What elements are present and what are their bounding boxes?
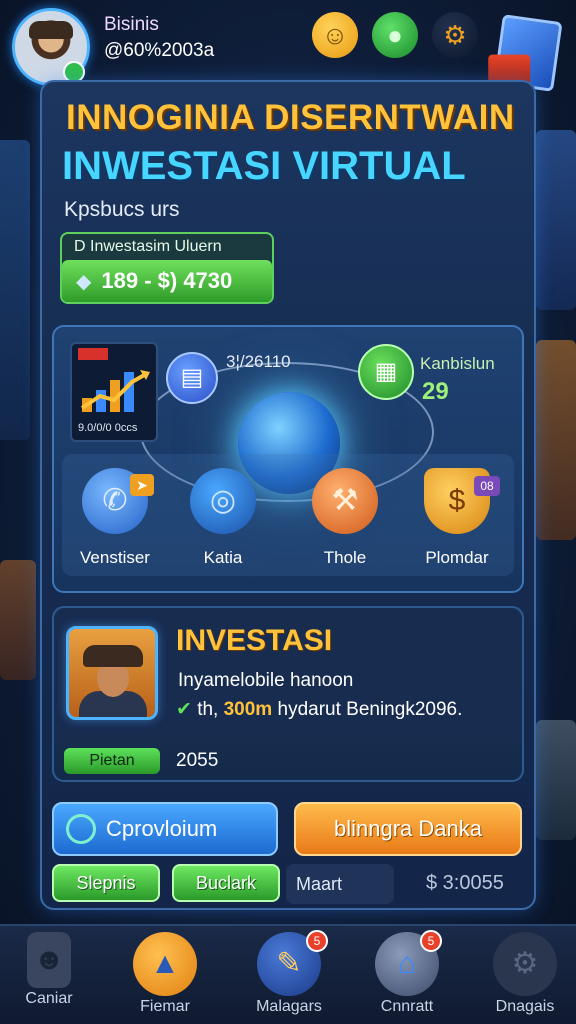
trend-arrow-icon	[80, 370, 150, 410]
page-title-secondary: INWESTASI VIRTUAL	[62, 144, 466, 188]
user-id: @60%2003a	[104, 40, 215, 61]
nav-label: Caniar	[25, 990, 73, 1007]
market-field[interactable]: Maart	[286, 864, 394, 904]
feature-label: Thole	[323, 548, 367, 567]
portrait-hat	[83, 645, 143, 667]
nav-item-cnnratt[interactable]: ⌂ Cnnratt	[352, 932, 462, 1016]
nav-badge: 5	[306, 930, 328, 952]
page-title: INNOGINIA DISERNTWAIN	[66, 98, 515, 137]
user-name: Bisinis	[104, 14, 159, 35]
background-screen-right	[536, 130, 576, 310]
page-subtitle: Kpsbucs urs	[64, 198, 180, 221]
node-value: 3¦/26110	[226, 352, 291, 371]
balance-value: $ 3:0055	[426, 872, 504, 894]
card-detail-prefix: th,	[197, 699, 219, 720]
check-icon: ✔	[176, 699, 192, 720]
background-screen-left-lower	[0, 560, 36, 680]
arrow-badge-icon: ➤	[130, 474, 154, 496]
nav-label: Cnnratt	[380, 998, 434, 1015]
search-icon	[66, 814, 96, 844]
secondary-action-button[interactable]: blinngra Danka	[294, 802, 522, 856]
gear-icon[interactable]: ⚙	[432, 12, 478, 58]
feature-katia[interactable]: ◎ Katia	[168, 468, 278, 568]
profile-card-icon: ☻	[27, 932, 71, 988]
background-screen-left	[0, 140, 30, 440]
card-title: INVESTASI	[176, 624, 333, 657]
node-count: 29	[422, 378, 449, 405]
card-detail-highlight: 300m	[223, 699, 273, 720]
feature-label: Plomdar	[425, 548, 489, 567]
nav-label: Malagars	[256, 998, 322, 1015]
chart-caption: 9.0/0/0 0ccs	[78, 422, 138, 434]
background-screen-right-mid	[536, 340, 576, 540]
nav-label: Fiemar	[140, 998, 190, 1015]
nav-label: Dnagais	[495, 998, 555, 1015]
feature-badge: 08	[474, 476, 500, 496]
hammer-icon: ⚒	[312, 468, 378, 534]
investment-value-pill: ◆ 189 - $) 4730	[62, 260, 272, 302]
card-description: Inyamelobile hanoon	[178, 670, 354, 691]
smile-icon[interactable]: ☺	[312, 12, 358, 58]
network-node-icon[interactable]: ▦	[358, 344, 414, 400]
target-icon: ◎	[190, 468, 256, 534]
top-bar: Bisinis @60%2003a ☺ ● ⚙	[0, 0, 576, 92]
coin-icon[interactable]: ●	[372, 12, 418, 58]
avatar[interactable]	[12, 8, 90, 86]
feature-label: Venstiser	[80, 548, 150, 567]
device-node-icon[interactable]: ▤	[166, 352, 218, 404]
nav-item-caniar[interactable]: ☻ Caniar	[0, 932, 104, 1008]
investment-label: D Inwestasim Uluern	[74, 238, 222, 255]
avatar-hat	[29, 21, 73, 39]
investment-summary[interactable]: D Inwestasim Uluern ◆ 189 - $) 4730	[60, 232, 274, 304]
card-detail: ✔ th, 300m hydarut Beningk2096.	[176, 698, 462, 721]
investment-value: 189 - $) 4730	[101, 268, 233, 293]
card-detail-suffix: hydarut Beningk2096.	[277, 699, 463, 720]
chart-ribbon	[78, 348, 108, 360]
status-badge: Pietan	[64, 748, 160, 774]
background-screen-right-lower	[536, 720, 576, 840]
gear-icon: ⚙	[493, 932, 557, 996]
feature-label: Katia	[203, 548, 243, 567]
node-label: Kanbislun	[420, 354, 495, 373]
map-icon: ▲	[133, 932, 197, 996]
primary-action-button[interactable]: Cprovloium	[52, 802, 278, 856]
nav-item-dnagais[interactable]: ⚙ Dnagais	[470, 932, 576, 1016]
tag-icon: ◆	[76, 270, 92, 293]
feature-thole[interactable]: ⚒ Thole	[290, 468, 400, 568]
nav-item-fiemar[interactable]: ▲ Fiemar	[110, 932, 220, 1016]
investor-portrait[interactable]	[66, 626, 158, 720]
growth-chart-card[interactable]: 9.0/0/0 0ccs	[70, 342, 158, 442]
primary-action-label: Cprovloium	[106, 816, 218, 841]
green-button-2[interactable]: Buclark	[172, 864, 280, 902]
green-button-1[interactable]: Slepnis	[52, 864, 160, 902]
status-value: 2055	[176, 750, 219, 771]
nav-item-malagars[interactable]: ✎ Malagars	[234, 932, 344, 1016]
nav-badge: 5	[420, 930, 442, 952]
